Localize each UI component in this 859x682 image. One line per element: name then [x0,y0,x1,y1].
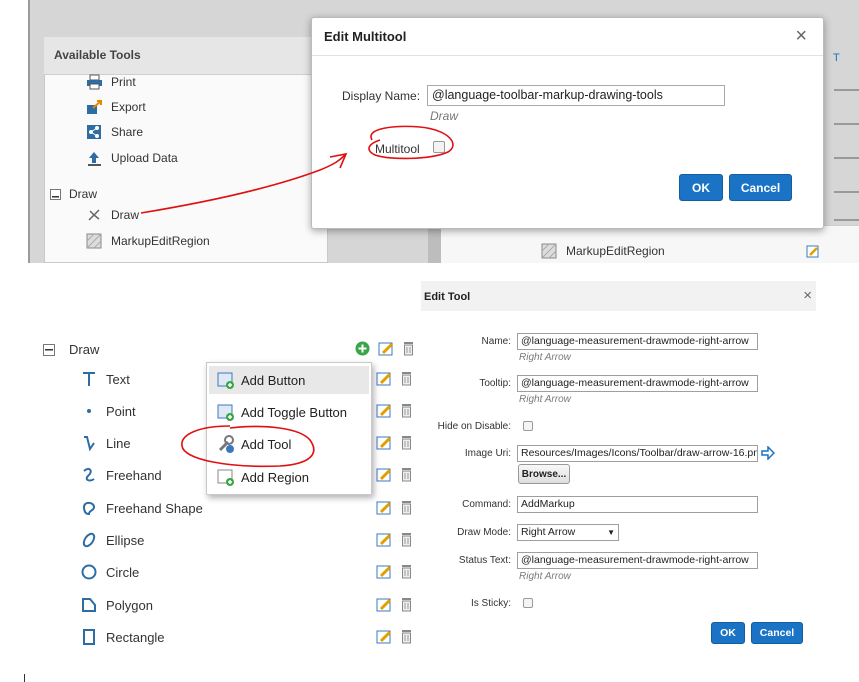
status-text-label: Status Text: [458,555,511,566]
edit-icon[interactable] [376,564,393,579]
dropdown-arrow-icon: ▼ [607,528,615,537]
is-sticky-label: Is Sticky: [470,598,511,609]
tree-item-actions [376,467,412,482]
delete-icon[interactable] [401,467,412,482]
edit-tool-dialog: Edit Tool × Name: @language-measurement-… [421,281,816,651]
status-text-hint: Right Arrow [519,571,571,582]
tree-item-actions [376,435,412,450]
annotation-circle [368,125,454,160]
tree-item-text[interactable]: Text [80,370,130,388]
annotation-add-tool-circle [181,425,315,468]
edit-icon[interactable] [376,532,393,547]
collapse-icon[interactable] [43,343,55,356]
tree-item-actions [376,597,412,612]
tree-item-circle[interactable]: Circle [80,563,139,581]
delete-icon[interactable] [401,564,412,579]
cancel-button[interactable]: Cancel [751,622,803,644]
tree-group-draw[interactable]: Draw [43,342,99,357]
tree-item-label: Freehand [106,467,162,483]
menu-item-label: Add Button [241,372,306,388]
tree-item-label: Rectangle [106,629,165,645]
point-icon [80,402,98,420]
tooltip-hint: Right Arrow [519,394,571,405]
delete-icon[interactable] [401,500,412,515]
draw-mode-label: Draw Mode: [457,527,511,538]
line-icon [80,434,98,452]
add-button-icon [217,371,235,389]
text-cursor [24,674,25,682]
tree-item-polygon[interactable]: Polygon [80,596,153,614]
delete-icon[interactable] [401,403,412,418]
command-label: Command: [462,499,511,510]
tooltip-input[interactable]: @language-measurement-drawmode-right-arr… [517,375,758,392]
close-icon[interactable]: × [803,287,812,304]
tooltip-label: Tooltip: [479,378,511,389]
image-uri-label: Image Uri: [464,448,511,459]
tree-group-label: Draw [69,342,100,357]
text-icon [80,370,98,388]
menu-item-add-button[interactable]: Add Button [209,366,369,394]
edit-icon[interactable] [376,500,393,515]
name-input[interactable]: @language-measurement-drawmode-right-arr… [517,333,758,350]
group-actions [355,341,414,356]
is-sticky-checkbox[interactable] [523,598,533,608]
edit-icon[interactable] [376,467,393,482]
delete-icon[interactable] [401,532,412,547]
tree-item-label: Ellipse [106,532,145,548]
add-icon[interactable] [355,341,370,356]
delete-icon[interactable] [401,435,412,450]
name-hint: Right Arrow [519,352,571,363]
draw-mode-select[interactable]: Right Arrow ▼ [517,524,619,541]
hide-on-disable-label: Hide on Disable: [437,421,511,432]
tree-item-label: Text [106,371,130,387]
ellipse-icon [80,531,98,549]
delete-icon[interactable] [401,371,412,386]
dialog-header: Edit Tool × [421,281,816,311]
edit-icon[interactable] [376,371,393,386]
tree-item-ellipse[interactable]: Ellipse [80,531,144,549]
tree-item-label: Polygon [106,597,153,613]
tree-item-actions [376,629,412,644]
tree-item-label: Point [106,403,136,419]
edit-icon[interactable] [376,597,393,612]
image-uri-input[interactable]: Resources/Images/Icons/Toolbar/draw-arro… [517,445,758,462]
tree-item-actions [376,371,412,386]
polygon-icon [80,596,98,614]
browse-button[interactable]: Browse... [518,464,570,484]
name-label: Name: [481,336,511,347]
annotation-overlay-top [140,125,454,214]
tree-item-actions [376,532,412,547]
delete-icon[interactable] [401,597,412,612]
delete-icon[interactable] [401,629,412,644]
tree-item-label: Freehand Shape [106,500,203,516]
rectangle-icon [80,628,98,646]
tree-item-rectangle[interactable]: Rectangle [80,628,165,646]
tree-item-actions [376,500,412,515]
tree-item-actions [376,564,412,579]
edit-icon[interactable] [376,435,393,450]
annotation-arrow [140,154,346,214]
status-text-input[interactable]: @language-measurement-drawmode-right-arr… [517,552,758,569]
command-input[interactable]: AddMarkup [517,496,758,513]
freehand-icon [80,466,98,484]
freehand-shape-icon [80,499,98,517]
ok-button[interactable]: OK [711,622,745,644]
delete-icon[interactable] [403,341,414,356]
tree-item-point[interactable]: Point [80,402,136,420]
tree-item-freehand[interactable]: Freehand [80,466,162,484]
tree-item-actions [376,403,412,418]
tree-item-line[interactable]: Line [80,434,131,452]
tree-item-freehand-shape[interactable]: Freehand Shape [80,499,203,517]
hide-on-disable-checkbox[interactable] [523,421,533,431]
circle-icon [80,563,98,581]
tree-item-label: Line [106,435,131,451]
tree-item-label: Circle [106,564,140,580]
dialog-title: Edit Tool [424,291,471,303]
draw-mode-value: Right Arrow [521,526,576,538]
edit-icon[interactable] [378,341,395,356]
edit-icon[interactable] [376,403,393,418]
edit-icon[interactable] [376,629,393,644]
arrow-right-icon[interactable] [761,445,776,461]
